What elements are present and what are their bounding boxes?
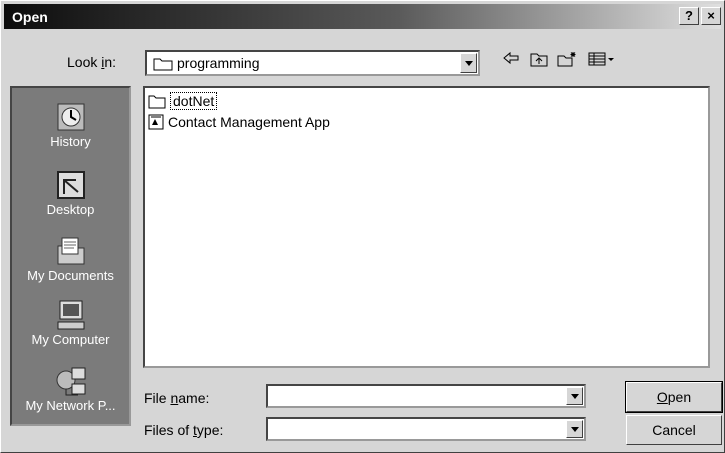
help-button[interactable]: ? [679, 7, 699, 25]
file-name: Contact Management App [168, 114, 330, 130]
files-of-type-label: Files of type: [144, 422, 224, 438]
close-button[interactable]: × [701, 7, 721, 25]
places-my-network[interactable]: My Network P... [12, 364, 129, 413]
places-history-label: History [50, 134, 91, 149]
look-in-dropdown-button[interactable] [460, 53, 477, 73]
files-of-type-dropdown-button[interactable] [566, 420, 583, 438]
list-item[interactable]: dotNet [148, 92, 218, 110]
folder-icon [148, 95, 166, 109]
desktop-icon [54, 168, 88, 202]
file-name-input[interactable] [266, 384, 586, 408]
places-my-computer[interactable]: My Computer [12, 298, 129, 347]
places-my-network-label: My Network P... [25, 398, 116, 413]
look-in-value: programming [177, 55, 260, 71]
places-desktop-label: Desktop [46, 202, 95, 217]
document-icon [148, 114, 164, 130]
file-name-label: File name: [144, 390, 210, 406]
file-name-dropdown-button[interactable] [566, 387, 583, 405]
open-button[interactable]: Open [625, 381, 723, 413]
cancel-button[interactable]: Cancel [626, 415, 722, 445]
places-my-documents[interactable]: My Documents [12, 234, 129, 283]
history-icon [54, 100, 88, 134]
documents-icon [54, 234, 88, 268]
places-history[interactable]: History [12, 100, 129, 149]
chevron-down-icon [571, 427, 579, 432]
places-my-computer-label: My Computer [31, 332, 110, 347]
up-folder-icon[interactable] [529, 51, 549, 71]
computer-icon [54, 298, 88, 332]
look-in-label: Look in: [67, 54, 117, 70]
places-my-documents-label: My Documents [27, 268, 114, 283]
folder-icon [153, 58, 173, 71]
file-list[interactable]: dotNet Contact Management App [143, 86, 710, 368]
file-name: dotNet [170, 92, 218, 110]
view-menu-icon[interactable] [587, 51, 617, 71]
files-of-type-combo[interactable] [266, 417, 586, 441]
places-desktop[interactable]: Desktop [12, 168, 129, 217]
back-icon[interactable] [501, 51, 521, 71]
chevron-down-icon [465, 61, 473, 66]
new-folder-icon[interactable] [557, 51, 577, 71]
dialog-title: Open [12, 9, 48, 25]
places-bar: History Desktop My Documents My Computer… [10, 86, 131, 426]
open-dialog: Open ? × Look in: programming History De… [0, 0, 725, 453]
look-in-combo[interactable]: programming [145, 50, 480, 76]
title-bar: Open ? × [4, 4, 721, 29]
chevron-down-icon [571, 394, 579, 399]
list-item[interactable]: Contact Management App [148, 114, 330, 130]
network-icon [54, 364, 88, 398]
